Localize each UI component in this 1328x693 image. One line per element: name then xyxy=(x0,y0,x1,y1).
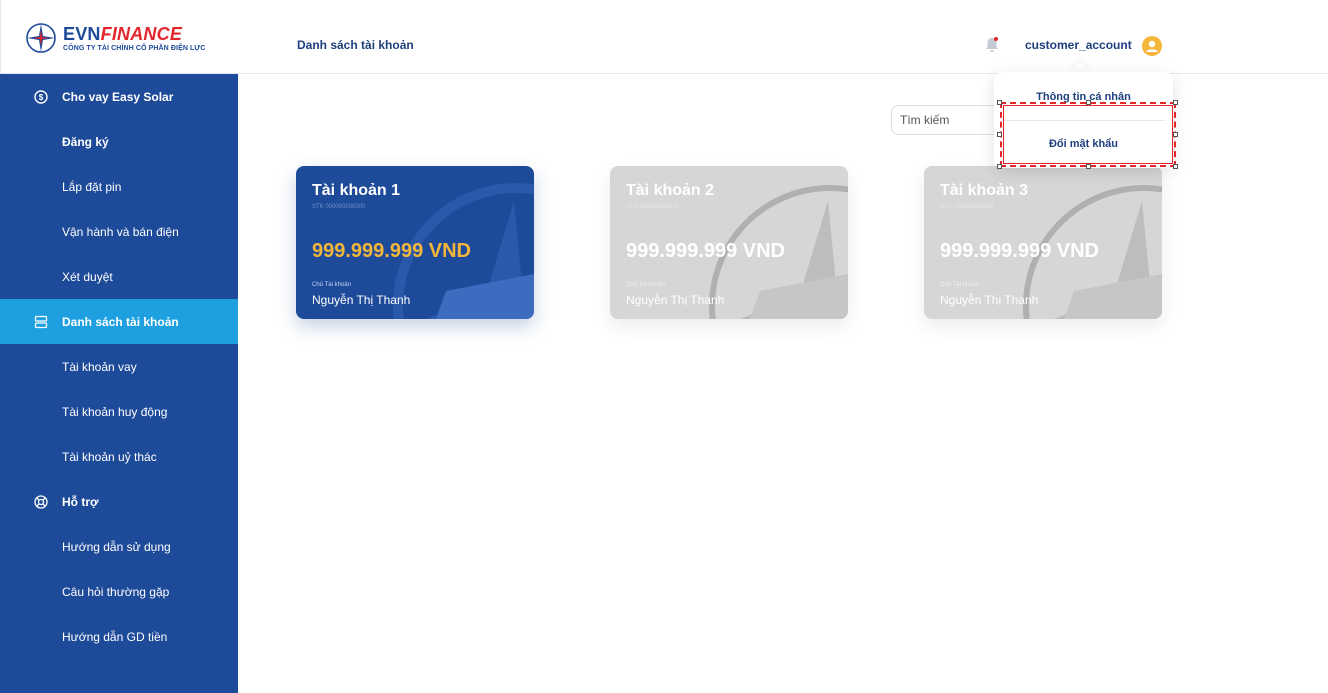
sidebar-item-lap-dat-pin[interactable]: Lắp đặt pin xyxy=(0,164,238,209)
selection-handle xyxy=(1173,164,1178,169)
card-owner-label: Chủ Tài khoản xyxy=(312,282,351,288)
card-owner-name: Nguyễn Thị Thanh xyxy=(940,293,1039,307)
card-title: Tài khoản 1 xyxy=(312,182,401,199)
sidebar-item-tai-khoan-uy-thac[interactable]: Tài khoản uỷ thác xyxy=(0,434,238,479)
selection-handle xyxy=(1173,100,1178,105)
card-balance: 999.999.999 VND xyxy=(940,240,1100,262)
sidebar-item-van-hanh[interactable]: Vận hành và bán điện xyxy=(0,209,238,254)
dollar-circle-icon: $ xyxy=(34,89,48,104)
sidebar-item-label: Tài khoản huy động xyxy=(62,404,168,419)
sidebar-item-label: Tài khoản vay xyxy=(62,359,137,374)
page-title: Danh sách tài khoản xyxy=(297,38,414,52)
card-owner-name: Nguyễn Thị Thanh xyxy=(626,293,725,307)
sidebar-item-label: Lắp đặt pin xyxy=(62,179,122,194)
card-owner-label: Chủ Tài khoản xyxy=(626,282,665,288)
bell-icon[interactable] xyxy=(984,36,1000,54)
account-card[interactable]: Tài khoản 2 STK 000000000000 999.999.999… xyxy=(610,166,848,319)
selection-handle xyxy=(1086,100,1091,105)
sidebar-item-label: Xét duyệt xyxy=(62,269,113,284)
top-header: EVNFINANCE CÔNG TY TÀI CHÍNH CỔ PHẦN ĐIỆ… xyxy=(0,0,1328,74)
selection-handle xyxy=(997,100,1002,105)
sidebar-item-cau-hoi[interactable]: Câu hỏi thường gặp xyxy=(0,569,238,614)
server-list-icon xyxy=(34,315,48,328)
selection-handle xyxy=(1086,164,1091,169)
sidebar-item-label: Hướng dẫn sử dụng xyxy=(62,539,171,554)
account-card[interactable]: Tài khoản 1 STK 000000000000 999.999.999… xyxy=(296,166,534,319)
sidebar-item-huong-dan-su-dung[interactable]: Hướng dẫn sử dụng xyxy=(0,524,238,569)
logo[interactable]: EVNFINANCE CÔNG TY TÀI CHÍNH CỔ PHẦN ĐIỆ… xyxy=(25,22,205,54)
sidebar-item-huong-dan-gd-tien[interactable]: Hướng dẫn GD tiền xyxy=(0,614,238,659)
card-owner-name: Nguyễn Thị Thanh xyxy=(312,293,411,307)
card-account-number: STK 000000000000 xyxy=(940,204,994,210)
sidebar-item-xet-duyet[interactable]: Xét duyệt xyxy=(0,254,238,299)
card-title: Tài khoản 2 xyxy=(626,182,715,199)
account-card[interactable]: Tài khoản 3 STK 000000000000 999.999.999… xyxy=(924,166,1162,319)
sidebar-item-label: Danh sách tài khoản xyxy=(62,314,179,329)
logo-brand-finance: FINANCE xyxy=(100,23,183,44)
avatar[interactable] xyxy=(1142,36,1162,56)
selection-handle xyxy=(997,132,1002,137)
selection-handle xyxy=(1173,132,1178,137)
selection-handle xyxy=(997,164,1002,169)
card-balance: 999.999.999 VND xyxy=(626,240,786,262)
sidebar-group-danh-sach-tai-khoan[interactable]: Danh sách tài khoản xyxy=(0,299,238,344)
card-account-number: STK 000000000000 xyxy=(312,204,366,210)
svg-text:$: $ xyxy=(39,93,44,102)
sidebar-item-label: Vận hành và bán điện xyxy=(62,224,179,239)
search-input[interactable]: Tìm kiếm xyxy=(891,105,1011,135)
selection-highlight xyxy=(1000,102,1176,167)
lifebuoy-icon xyxy=(34,494,48,509)
card-title: Tài khoản 3 xyxy=(940,182,1029,199)
sidebar-group-ho-tro[interactable]: Hỗ trợ xyxy=(0,479,238,524)
sidebar-item-label: Hỗ trợ xyxy=(62,494,99,509)
card-owner-label: Chủ Tài khoản xyxy=(940,282,979,288)
logo-brand-evn: EVN xyxy=(63,23,101,44)
sidebar-item-label: Đăng ký xyxy=(62,134,109,149)
sidebar: $ Cho vay Easy Solar Đăng ký Lắp đặt pin… xyxy=(0,74,238,693)
card-balance: 999.999.999 VND xyxy=(312,240,472,262)
sidebar-item-label: Tài khoản uỷ thác xyxy=(62,449,157,464)
logo-subtitle: CÔNG TY TÀI CHÍNH CỔ PHẦN ĐIỆN LỰC xyxy=(63,44,206,52)
evn-logo-icon xyxy=(26,23,56,53)
card-account-number: STK 000000000000 xyxy=(626,204,680,210)
sidebar-item-dang-ky[interactable]: Đăng ký xyxy=(0,119,238,164)
sidebar-item-tai-khoan-vay[interactable]: Tài khoản vay xyxy=(0,344,238,389)
sidebar-item-label: Cho vay Easy Solar xyxy=(62,89,174,104)
sidebar-item-label: Hướng dẫn GD tiền xyxy=(62,629,168,644)
sidebar-group-easy-solar[interactable]: $ Cho vay Easy Solar xyxy=(0,74,238,119)
sidebar-item-tai-khoan-huy-dong[interactable]: Tài khoản huy động xyxy=(0,389,238,434)
user-account-name[interactable]: customer_account xyxy=(1025,38,1132,52)
user-avatar-icon xyxy=(1146,40,1158,52)
sidebar-item-label: Câu hỏi thường gặp xyxy=(62,584,170,599)
